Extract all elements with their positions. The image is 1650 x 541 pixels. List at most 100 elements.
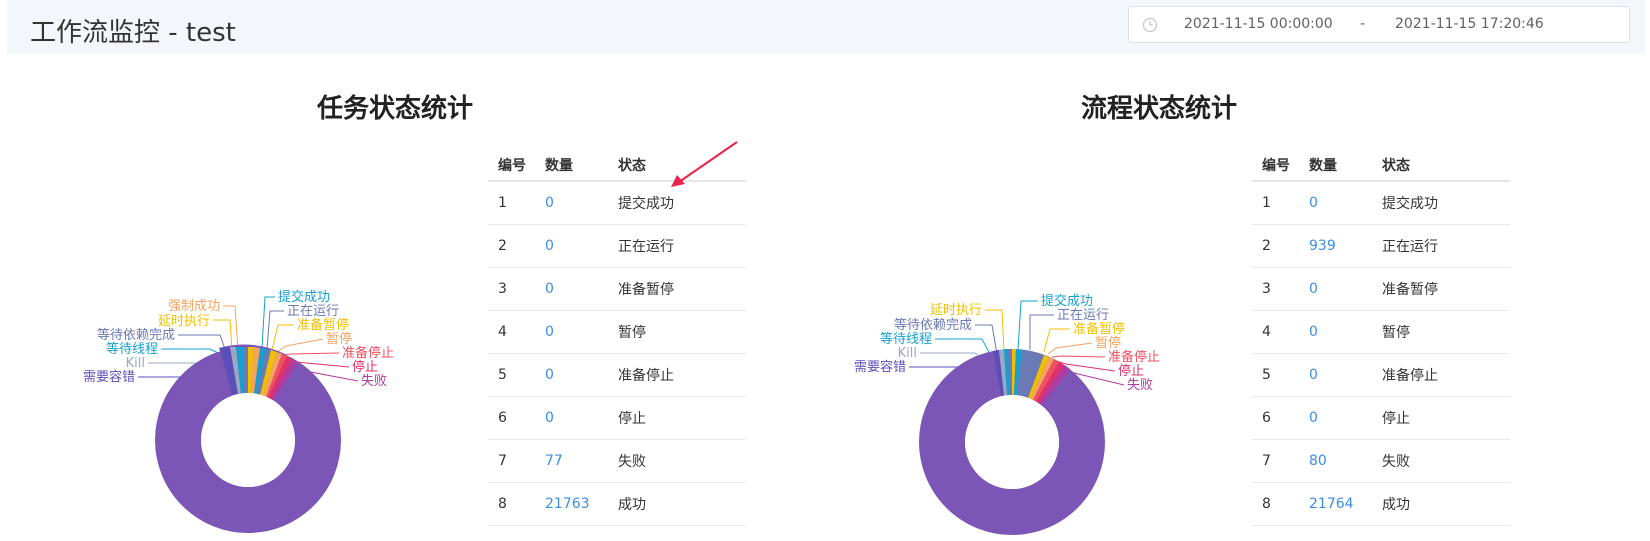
row-state: 准备停止: [608, 353, 746, 397]
row-count[interactable]: 0: [1299, 267, 1372, 311]
row-count[interactable]: 0: [535, 310, 608, 354]
table-row: 3 0 准备暂停: [1252, 267, 1510, 311]
row-id: 7: [1252, 439, 1299, 483]
row-id: 2: [488, 224, 535, 268]
annotation-arrow-icon: [671, 141, 738, 187]
table-row: 7 80 失败: [1252, 439, 1510, 483]
chart-label: 延时执行: [158, 314, 210, 329]
row-id: 5: [1252, 353, 1299, 397]
row-id: 5: [488, 353, 535, 397]
task-status-table: 编号 数量 状态 1 0 提交成功 2 0 正在运行 3 0 准备暂停 4 0 暂停 5 0 准备停…: [488, 150, 746, 526]
row-id: 2: [1252, 224, 1299, 268]
table-row: 5 0 准备停止: [488, 353, 746, 397]
row-count[interactable]: 21763: [535, 482, 608, 526]
chart-label: 等待线程: [880, 331, 932, 347]
row-state: 准备停止: [1372, 353, 1510, 397]
chart-label: 准备停止: [1108, 349, 1160, 365]
row-id: 8: [488, 482, 535, 526]
chart-label: 延时执行: [930, 303, 982, 318]
row-state: 暂停: [1372, 310, 1510, 354]
row-count[interactable]: 21764: [1299, 482, 1372, 526]
table-row: 4 0 暂停: [488, 310, 746, 354]
chart-label: 失败: [361, 374, 387, 389]
process-status-title: 流程状态统计: [1081, 94, 1238, 124]
row-count[interactable]: 0: [1299, 181, 1372, 225]
chart-label: 停止: [352, 359, 378, 375]
col-header-id: 编号: [1252, 150, 1299, 182]
col-header-id: 编号: [488, 150, 535, 182]
date-start-input[interactable]: 2021-11-15 00:00:00: [1184, 16, 1333, 32]
row-state: 准备暂停: [1372, 267, 1510, 311]
chart-label: 暂停: [1095, 335, 1121, 351]
task-status-title: 任务状态统计: [317, 94, 474, 124]
row-state: 正在运行: [608, 224, 746, 268]
row-id: 6: [488, 396, 535, 440]
row-state: 提交成功: [1372, 181, 1510, 225]
page-header: 工作流监控 - test 2021-11-15 00:00:00 - 2021-…: [7, 0, 1645, 54]
row-id: 4: [1252, 310, 1299, 354]
row-count[interactable]: 0: [535, 353, 608, 397]
row-id: 4: [488, 310, 535, 354]
row-id: 3: [1252, 267, 1299, 311]
row-id: 6: [1252, 396, 1299, 440]
clock-icon: [1142, 17, 1158, 33]
chart-label: 准备停止: [342, 345, 394, 361]
table-row: 8 21764 成功: [1252, 482, 1510, 526]
table-row: 2 939 正在运行: [1252, 224, 1510, 268]
chart-label: 正在运行: [1057, 308, 1109, 323]
table-row: 6 0 停止: [1252, 396, 1510, 440]
process-donut-ring: [919, 348, 1105, 535]
row-count[interactable]: 0: [1299, 396, 1372, 440]
row-count[interactable]: 0: [535, 224, 608, 268]
table-row: 2 0 正在运行: [488, 224, 746, 268]
chart-label: 失败: [1127, 378, 1153, 393]
process-status-table: 编号 数量 状态 1 0 提交成功 2 939 正在运行 3 0 准备暂停 4 0 暂停 50准…: [1252, 150, 1510, 526]
chart-label: Kill: [898, 346, 917, 361]
row-state: 准备暂停: [608, 267, 746, 311]
chart-label: 需要容错: [854, 359, 906, 375]
col-header-state: 状态: [1372, 150, 1510, 182]
row-state: 失败: [1372, 439, 1510, 483]
chart-label: 提交成功: [278, 289, 330, 305]
row-count[interactable]: 0: [535, 396, 608, 440]
date-end-input[interactable]: 2021-11-15 17:20:46: [1395, 16, 1544, 32]
row-state: 停止: [1372, 396, 1510, 440]
chart-label: 准备暂停: [1073, 321, 1125, 337]
task-donut-ring: [155, 344, 341, 533]
row-count[interactable]: 0: [535, 181, 608, 225]
chart-label: 需要容错: [83, 369, 135, 385]
row-id: 3: [488, 267, 535, 311]
table-row: 7 77 失败: [488, 439, 746, 483]
row-count[interactable]: 0: [1299, 353, 1372, 397]
table-row: 8 21763 成功: [488, 482, 746, 526]
row-count[interactable]: 0: [1299, 310, 1372, 354]
chart-label: 等待依赖完成: [894, 317, 972, 333]
page-title: 工作流监控 - test: [30, 18, 236, 48]
row-state: 成功: [1372, 482, 1510, 526]
task-status-donut-chart: 强制成功 延时执行 等待依赖完成 等待线程 Kill 需要容错 提交成功 正在运…: [83, 289, 394, 533]
row-state: 成功: [608, 482, 746, 526]
row-id: 1: [1252, 181, 1299, 225]
col-header-count: 数量: [1299, 150, 1372, 182]
row-state: 暂停: [608, 310, 746, 354]
row-id: 8: [1252, 482, 1299, 526]
table-row: 5 0 准备停止: [1252, 353, 1510, 397]
row-count[interactable]: 939: [1299, 224, 1372, 268]
date-separator: -: [1360, 16, 1366, 32]
row-state: 停止: [608, 396, 746, 440]
chart-label: 强制成功: [168, 299, 220, 314]
row-id: 7: [488, 439, 535, 483]
chart-label: 正在运行: [287, 304, 339, 319]
table-row: 4 0 暂停: [1252, 310, 1510, 354]
table-row: 3 0 准备暂停: [488, 267, 746, 311]
chart-label: 停止: [1118, 363, 1144, 379]
chart-label: 等待线程: [106, 341, 158, 357]
row-state: 正在运行: [1372, 224, 1510, 268]
row-id: 1: [488, 181, 535, 225]
process-status-donut-chart: 延时执行 等待依赖完成 等待线程 Kill 需要容错 提交成功 正在运行 准备暂…: [854, 293, 1160, 535]
row-count[interactable]: 77: [535, 439, 608, 483]
row-count[interactable]: 80: [1299, 439, 1372, 483]
chart-label: Kill: [126, 356, 145, 371]
row-count[interactable]: 0: [535, 267, 608, 311]
date-range-picker[interactable]: 2021-11-15 00:00:00 - 2021-11-15 17:20:4…: [1128, 6, 1630, 43]
